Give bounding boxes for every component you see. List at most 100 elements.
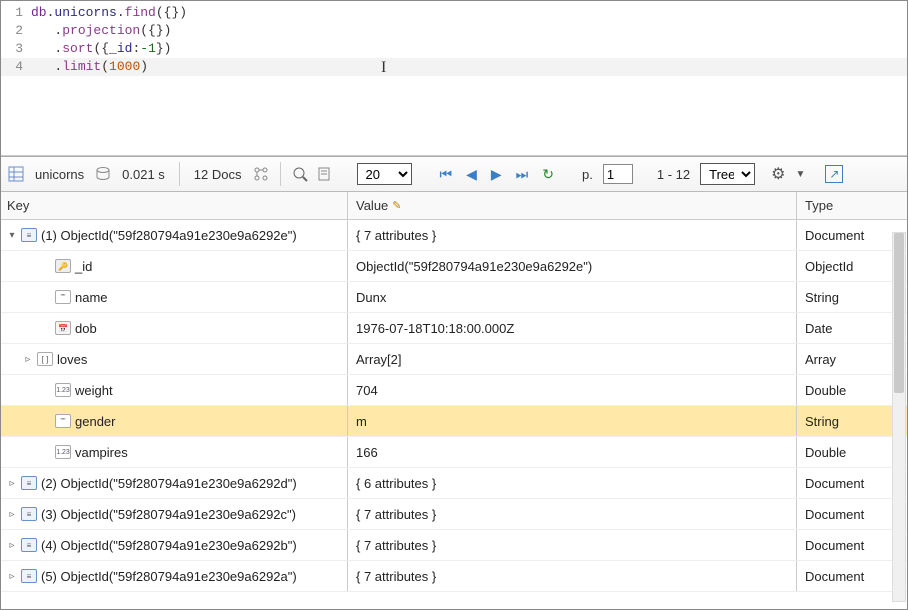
row-value: { 7 attributes } <box>356 228 436 243</box>
row-type: Document <box>805 569 864 584</box>
table-row[interactable]: ▹ [ ] loves Array[2] Array <box>1 344 907 375</box>
row-type: Document <box>805 228 864 243</box>
expand-toggle[interactable] <box>41 447 51 458</box>
expand-toggle[interactable]: ▹ <box>7 571 17 582</box>
zoom-icon[interactable] <box>291 165 309 183</box>
doc-type-icon: ≡ <box>21 538 37 552</box>
page-size-select[interactable]: 20 <box>357 163 412 185</box>
row-key: dob <box>75 321 97 336</box>
row-value: { 6 attributes } <box>356 476 436 491</box>
text-cursor <box>381 59 382 73</box>
row-key: (2) ObjectId("59f280794a91e230e9a6292d") <box>41 476 297 491</box>
row-key: loves <box>57 352 87 367</box>
row-type: Document <box>805 476 864 491</box>
expand-toggle[interactable] <box>41 261 51 272</box>
code-line[interactable]: .limit(1000) <box>31 58 148 76</box>
results-toolbar: unicorns 0.021 s 12 Docs 20 ⏮ ◀ ▶ ⏭ ↻ p.… <box>1 156 907 192</box>
results-grid: Key Value✎ Type ▾ ≡ (1) ObjectId("59f280… <box>1 192 907 609</box>
table-row[interactable]: 📅 dob 1976-07-18T10:18:00.000Z Date <box>1 313 907 344</box>
row-key: (3) ObjectId("59f280794a91e230e9a6292c") <box>41 507 296 522</box>
table-row[interactable]: 1.23 weight 704 Double <box>1 375 907 406</box>
column-header-type[interactable]: Type <box>797 192 907 219</box>
table-row[interactable]: ▾ ≡ (1) ObjectId("59f280794a91e230e9a629… <box>1 220 907 251</box>
page-input[interactable] <box>603 164 633 184</box>
grid-header-row: Key Value✎ Type <box>1 192 907 220</box>
expand-toggle[interactable] <box>41 385 51 396</box>
row-type: String <box>805 414 839 429</box>
str-type-icon: "" <box>55 414 71 428</box>
expand-toggle[interactable]: ▹ <box>7 509 17 520</box>
table-row[interactable]: 1.23 vampires 166 Double <box>1 437 907 468</box>
expand-toggle[interactable]: ▾ <box>7 230 17 241</box>
prev-page-button[interactable]: ◀ <box>462 166 481 183</box>
db-icon[interactable] <box>94 165 112 183</box>
last-page-button[interactable]: ⏭ <box>512 166 533 183</box>
doc-type-icon: ≡ <box>21 476 37 490</box>
doc-type-icon: ≡ <box>21 507 37 521</box>
row-key: weight <box>75 383 113 398</box>
gear-icon[interactable]: ⚙ <box>771 164 785 184</box>
table-row[interactable]: "" gender m String <box>1 406 907 437</box>
row-key: vampires <box>75 445 128 460</box>
table-row[interactable]: ▹ ≡ (2) ObjectId("59f280794a91e230e9a629… <box>1 468 907 499</box>
table-row[interactable]: ▹ ≡ (3) ObjectId("59f280794a91e230e9a629… <box>1 499 907 530</box>
maximize-button[interactable]: ↗ <box>825 165 843 183</box>
expand-toggle[interactable]: ▹ <box>7 478 17 489</box>
refresh-button[interactable]: ↻ <box>538 166 558 183</box>
column-header-key[interactable]: Key <box>1 192 348 219</box>
table-row[interactable]: ▹ ≡ (5) ObjectId("59f280794a91e230e9a629… <box>1 561 907 592</box>
row-type: Date <box>805 321 832 336</box>
expand-toggle[interactable]: ▹ <box>23 354 33 365</box>
row-key: name <box>75 290 108 305</box>
table-row[interactable]: ▹ ≡ (4) ObjectId("59f280794a91e230e9a629… <box>1 530 907 561</box>
arr-type-icon: [ ] <box>37 352 53 366</box>
vertical-scrollbar[interactable] <box>892 232 906 602</box>
scroll-thumb[interactable] <box>894 233 904 393</box>
row-type: Array <box>805 352 836 367</box>
row-type: ObjectId <box>805 259 853 274</box>
table-row[interactable]: 🔑 _id ObjectId("59f280794a91e230e9a6292e… <box>1 251 907 282</box>
row-value: Array[2] <box>356 352 402 367</box>
row-type: Double <box>805 445 846 460</box>
line-number: 4 <box>1 58 31 76</box>
page-range: 1 - 12 <box>653 167 694 182</box>
row-value: Dunx <box>356 290 386 305</box>
row-key: (1) ObjectId("59f280794a91e230e9a6292e") <box>41 228 297 243</box>
row-key: (4) ObjectId("59f280794a91e230e9a6292b") <box>41 538 297 553</box>
graph-icon[interactable] <box>252 165 270 183</box>
key-type-icon: 🔑 <box>55 259 71 273</box>
code-line[interactable]: .sort({_id:-1}) <box>31 40 171 58</box>
query-time: 0.021 s <box>118 167 169 182</box>
str-type-icon: "" <box>55 290 71 304</box>
code-line[interactable]: db.unicorns.find({}) <box>31 4 187 22</box>
grid-icon[interactable] <box>7 165 25 183</box>
row-key: _id <box>75 259 92 274</box>
row-type: String <box>805 290 839 305</box>
expand-toggle[interactable]: ▹ <box>7 540 17 551</box>
row-type: Double <box>805 383 846 398</box>
row-value: { 7 attributes } <box>356 569 436 584</box>
gear-dropdown-icon[interactable]: ▼ <box>791 169 809 180</box>
query-editor[interactable]: 1db.unicorns.find({})2 .projection({})3 … <box>1 1 907 156</box>
code-line[interactable]: .projection({}) <box>31 22 171 40</box>
row-value: 166 <box>356 445 378 460</box>
first-page-button[interactable]: ⏮ <box>436 166 457 183</box>
row-value: { 7 attributes } <box>356 538 436 553</box>
view-mode-select[interactable]: Tree <box>700 163 755 185</box>
table-row[interactable]: "" name Dunx String <box>1 282 907 313</box>
expand-toggle[interactable] <box>41 292 51 303</box>
page-icon[interactable] <box>315 165 333 183</box>
row-type: Document <box>805 507 864 522</box>
column-header-value[interactable]: Value✎ <box>348 192 797 219</box>
line-number: 2 <box>1 22 31 40</box>
doc-type-icon: ≡ <box>21 569 37 583</box>
expand-toggle[interactable] <box>41 323 51 334</box>
doc-type-icon: ≡ <box>21 228 37 242</box>
grid-body[interactable]: ▾ ≡ (1) ObjectId("59f280794a91e230e9a629… <box>1 220 907 609</box>
row-value: 1976-07-18T10:18:00.000Z <box>356 321 514 336</box>
expand-toggle[interactable] <box>41 416 51 427</box>
next-page-button[interactable]: ▶ <box>487 166 506 183</box>
row-value: { 7 attributes } <box>356 507 436 522</box>
row-value: ObjectId("59f280794a91e230e9a6292e") <box>356 259 592 274</box>
row-key: gender <box>75 414 115 429</box>
